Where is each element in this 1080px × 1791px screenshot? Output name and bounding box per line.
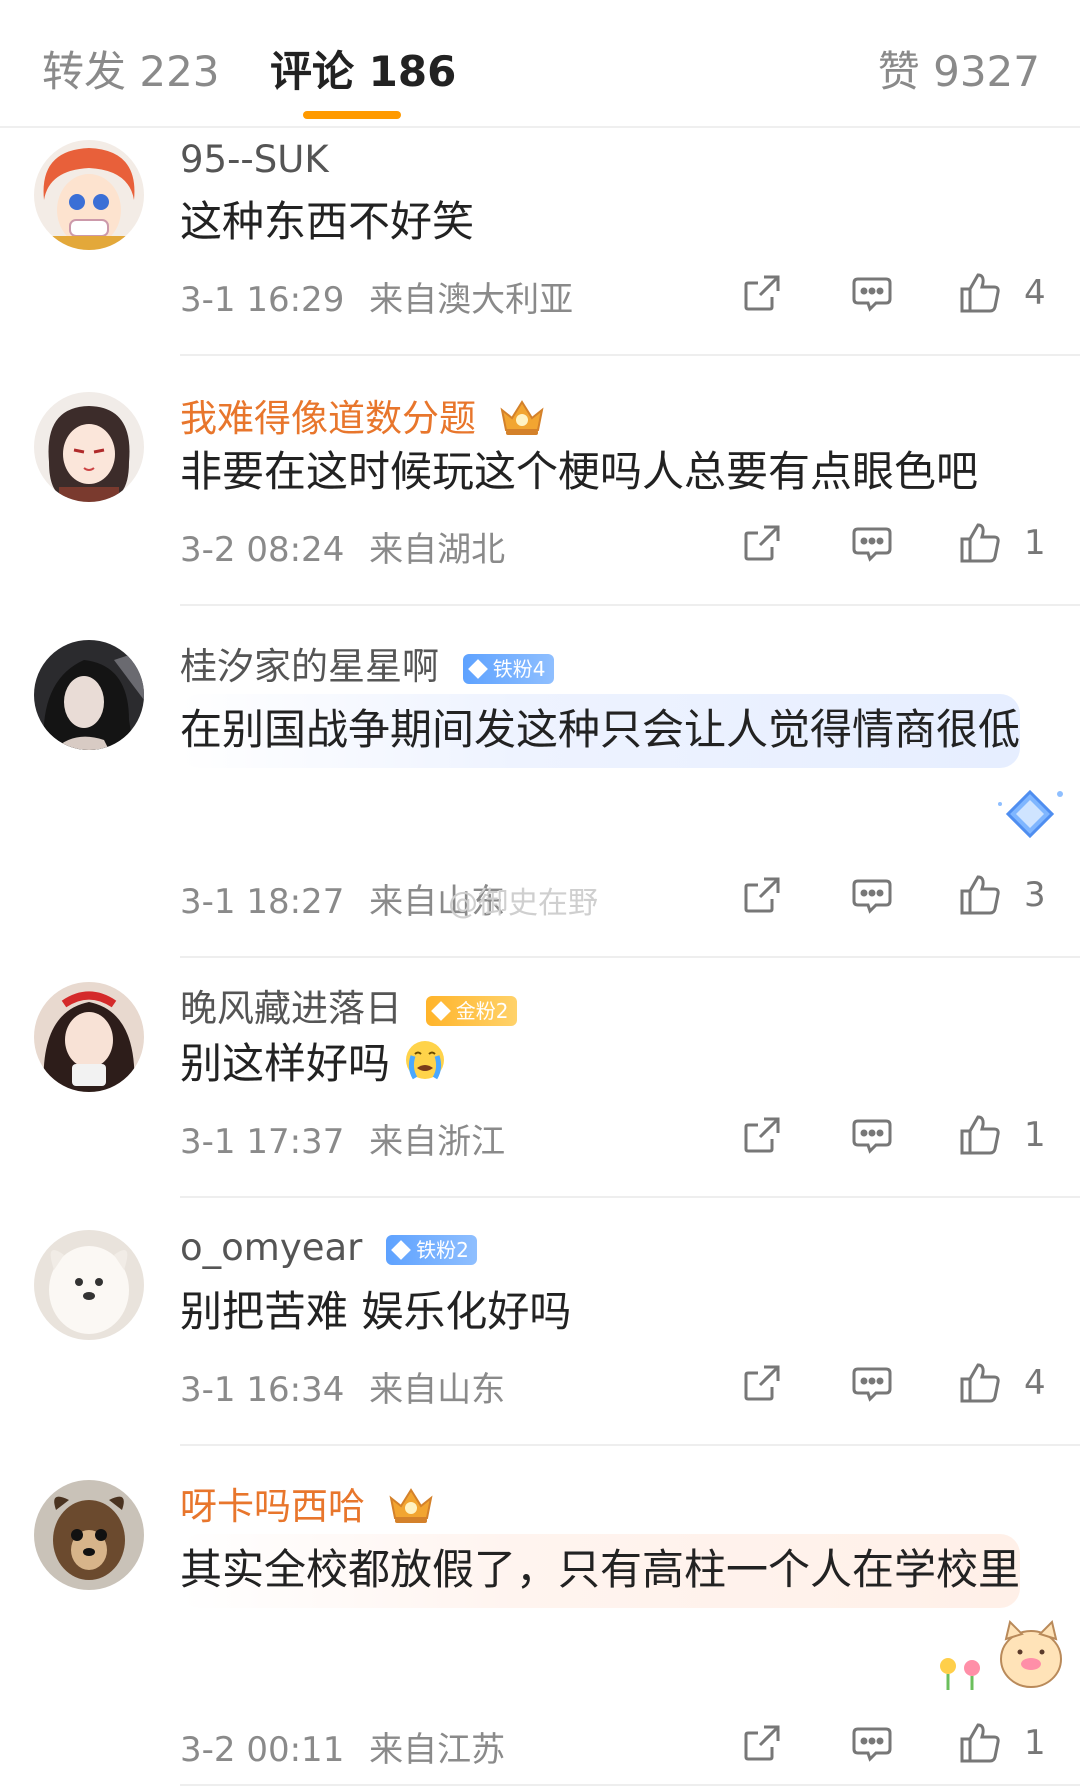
avatar[interactable] (34, 1230, 144, 1340)
cat-sticker-icon (936, 1604, 1066, 1698)
like-count: 1 (1024, 1115, 1046, 1155)
fan-badge: 铁粉4 (462, 653, 554, 684)
divider (180, 1784, 1080, 1786)
share-icon[interactable] (740, 1721, 784, 1769)
comment-time: 3-1 18:27 (180, 882, 345, 922)
divider (180, 1444, 1080, 1446)
comment-icon[interactable] (850, 873, 894, 921)
thumbs-up-icon[interactable] (958, 873, 1002, 921)
like-count: 1 (1024, 1723, 1046, 1763)
username-text[interactable]: 晚风藏进落日 (180, 987, 402, 1030)
comment-text: 别这样好吗 (180, 1036, 1020, 1096)
comment-time: 3-2 08:24 (180, 530, 345, 570)
like-count: 3 (1024, 875, 1046, 915)
fan-badge: 铁粉2 (386, 1234, 477, 1265)
comment-text: 非要在这时候玩这个梗吗人总要有点眼色吧 (180, 447, 979, 496)
divider (180, 956, 1080, 958)
divider (180, 354, 1080, 356)
comment-actions: 4 (740, 271, 1050, 321)
thumbs-up-icon[interactable] (958, 1361, 1002, 1409)
username-text[interactable]: o_omyear (180, 1226, 362, 1269)
comment-time: 3-1 17:37 (180, 1122, 345, 1162)
comment-actions: 4 (740, 1361, 1050, 1411)
comment-location: 来自江苏 (369, 1730, 506, 1770)
avatar[interactable] (34, 640, 144, 750)
comment-icon[interactable] (850, 1361, 894, 1409)
tab-comment[interactable]: 评论 186 (270, 38, 456, 99)
watermark: @御史在野 (448, 886, 598, 921)
comment-text: 别把苦难 娱乐化好吗 (180, 1287, 572, 1336)
active-tab-indicator (303, 111, 401, 119)
comment-actions: 1 (740, 521, 1050, 571)
thumbs-up-icon[interactable] (958, 1113, 1002, 1161)
thumbs-up-icon[interactable] (958, 1721, 1002, 1769)
tab-repost[interactable]: 转发 223 (42, 38, 220, 99)
avatar[interactable] (34, 1480, 144, 1590)
comment-time: 3-2 00:11 (180, 1730, 345, 1770)
username[interactable]: 晚风藏进落日 金粉2 (180, 978, 517, 1032)
like-count: 1 (1024, 523, 1046, 563)
comment-icon[interactable] (850, 1721, 894, 1769)
avatar[interactable] (34, 140, 144, 250)
username[interactable]: 我难得像道数分题 (180, 388, 546, 445)
share-icon[interactable] (740, 1113, 784, 1161)
comment-meta: 3-1 16:29 来自澳大利亚 (180, 272, 573, 321)
comment-text: 其实全校都放假了，只有高柱一个人在学校里 (180, 1534, 1020, 1608)
comment-text: 在别国战争期间发这种只会让人觉得情商很低 (180, 694, 1020, 768)
comment-time: 3-1 16:29 (180, 280, 345, 320)
diamond-icon (990, 784, 1070, 858)
username[interactable]: 桂汐家的星星啊 铁粉4 (180, 636, 554, 690)
comment-icon[interactable] (850, 521, 894, 569)
comment-time: 3-1 16:34 (180, 1370, 345, 1410)
thumbs-up-icon[interactable] (958, 521, 1002, 569)
comment-location: 来自浙江 (369, 1122, 506, 1162)
avatar[interactable] (34, 392, 144, 502)
like-count: 4 (1024, 273, 1046, 313)
share-icon[interactable] (740, 873, 784, 921)
comment-text-content: 别这样好吗 (180, 1039, 391, 1088)
share-icon[interactable] (740, 521, 784, 569)
comment-location: 来自山东 (369, 1370, 506, 1410)
like-count: 4 (1024, 1363, 1046, 1403)
comment-meta: 3-1 16:34 来自山东 (180, 1362, 505, 1411)
username[interactable]: 呀卡吗西哈 (180, 1476, 435, 1533)
comment-actions: 1 (740, 1113, 1050, 1163)
comment-text: 这种东西不好笑 (180, 197, 475, 246)
divider (180, 604, 1080, 606)
avatar[interactable] (34, 982, 144, 1092)
username-text[interactable]: 桂汐家的星星啊 (180, 645, 439, 688)
comment-location: 来自澳大利亚 (369, 280, 574, 320)
comment-actions: 3 (740, 873, 1050, 923)
share-icon[interactable] (740, 1361, 784, 1409)
comment-location: 来自湖北 (369, 530, 506, 570)
comment-meta: 3-2 00:11 来自江苏 (180, 1722, 505, 1771)
share-icon[interactable] (740, 271, 784, 319)
comment-icon[interactable] (850, 1113, 894, 1161)
username[interactable]: 95--SUK (180, 138, 329, 181)
username[interactable]: o_omyear 铁粉2 (180, 1226, 477, 1269)
username-text[interactable]: 我难得像道数分题 (180, 397, 476, 440)
comment-icon[interactable] (850, 271, 894, 319)
comment-meta: 3-1 17:37 来自浙江 (180, 1114, 505, 1163)
fan-badge: 金粉2 (425, 995, 517, 1026)
divider (180, 1196, 1080, 1198)
comment-meta: 3-2 08:24 来自湖北 (180, 522, 505, 571)
username-text[interactable]: 呀卡吗西哈 (180, 1485, 365, 1528)
comment-tabs: 转发 223 评论 186 赞 9327 (0, 0, 1080, 128)
crown-icon (387, 1484, 435, 1533)
crying-emoji-icon (403, 1038, 447, 1096)
tab-like[interactable]: 赞 9327 (878, 38, 1040, 99)
comment-actions: 1 (740, 1721, 1050, 1771)
thumbs-up-icon[interactable] (958, 271, 1002, 319)
crown-icon (498, 396, 546, 445)
